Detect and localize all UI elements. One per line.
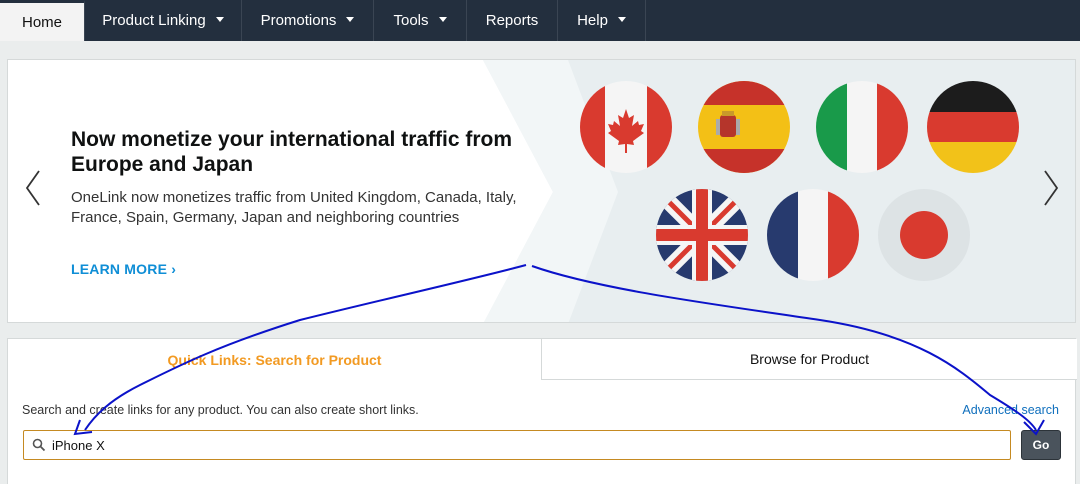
go-button[interactable]: Go (1021, 430, 1061, 460)
germany-flag-icon (927, 81, 1019, 173)
tab-quick-links[interactable]: Quick Links: Search for Product (8, 339, 541, 380)
caret-down-icon (346, 16, 355, 22)
link-search-panel: Quick Links: Search for Product Browse f… (7, 338, 1077, 484)
nav-product-linking-label: Product Linking (102, 12, 206, 29)
united-kingdom-flag-icon (656, 189, 748, 281)
italy-flag-icon (816, 81, 908, 173)
top-nav: Home Product Linking Promotions Tools Re… (0, 0, 1080, 41)
nav-tools[interactable]: Tools (374, 0, 467, 41)
nav-home-label: Home (21, 13, 62, 31)
nav-reports[interactable]: Reports (467, 0, 558, 41)
promo-banner: Now monetize your international traffic … (7, 59, 1076, 323)
japan-flag-icon (878, 189, 970, 281)
caret-down-icon (438, 16, 447, 22)
learn-more-link[interactable]: LEARN MORE › (71, 261, 176, 277)
nav-help[interactable]: Help (558, 0, 646, 41)
product-search-box[interactable] (23, 430, 1011, 460)
banner-description: OneLink now monetizes traffic from Unite… (71, 189, 517, 226)
nav-promotions[interactable]: Promotions (242, 0, 374, 41)
nav-promotions-label: Promotions (260, 12, 337, 29)
search-icon (32, 438, 46, 452)
nav-tools-label: Tools (393, 12, 429, 29)
nav-product-linking[interactable]: Product Linking (85, 0, 242, 41)
nav-help-label: Help (577, 12, 608, 29)
banner-headline: Now monetize your international traffic … (71, 128, 513, 176)
nav-reports-label: Reports (485, 12, 539, 29)
nav-home[interactable]: Home (0, 0, 85, 41)
search-help-text: Search and create links for any product.… (22, 403, 419, 417)
tab-browse-product[interactable]: Browse for Product (541, 339, 1077, 380)
canada-flag-icon (580, 81, 672, 173)
france-flag-icon (767, 189, 859, 281)
chevron-right-icon[interactable] (1041, 168, 1061, 208)
advanced-search-link[interactable]: Advanced search (962, 403, 1059, 417)
spain-flag-icon (698, 81, 790, 173)
chevron-left-icon[interactable] (23, 168, 43, 208)
caret-down-icon (617, 16, 626, 22)
product-search-input[interactable] (52, 437, 952, 453)
caret-down-icon (215, 16, 224, 22)
